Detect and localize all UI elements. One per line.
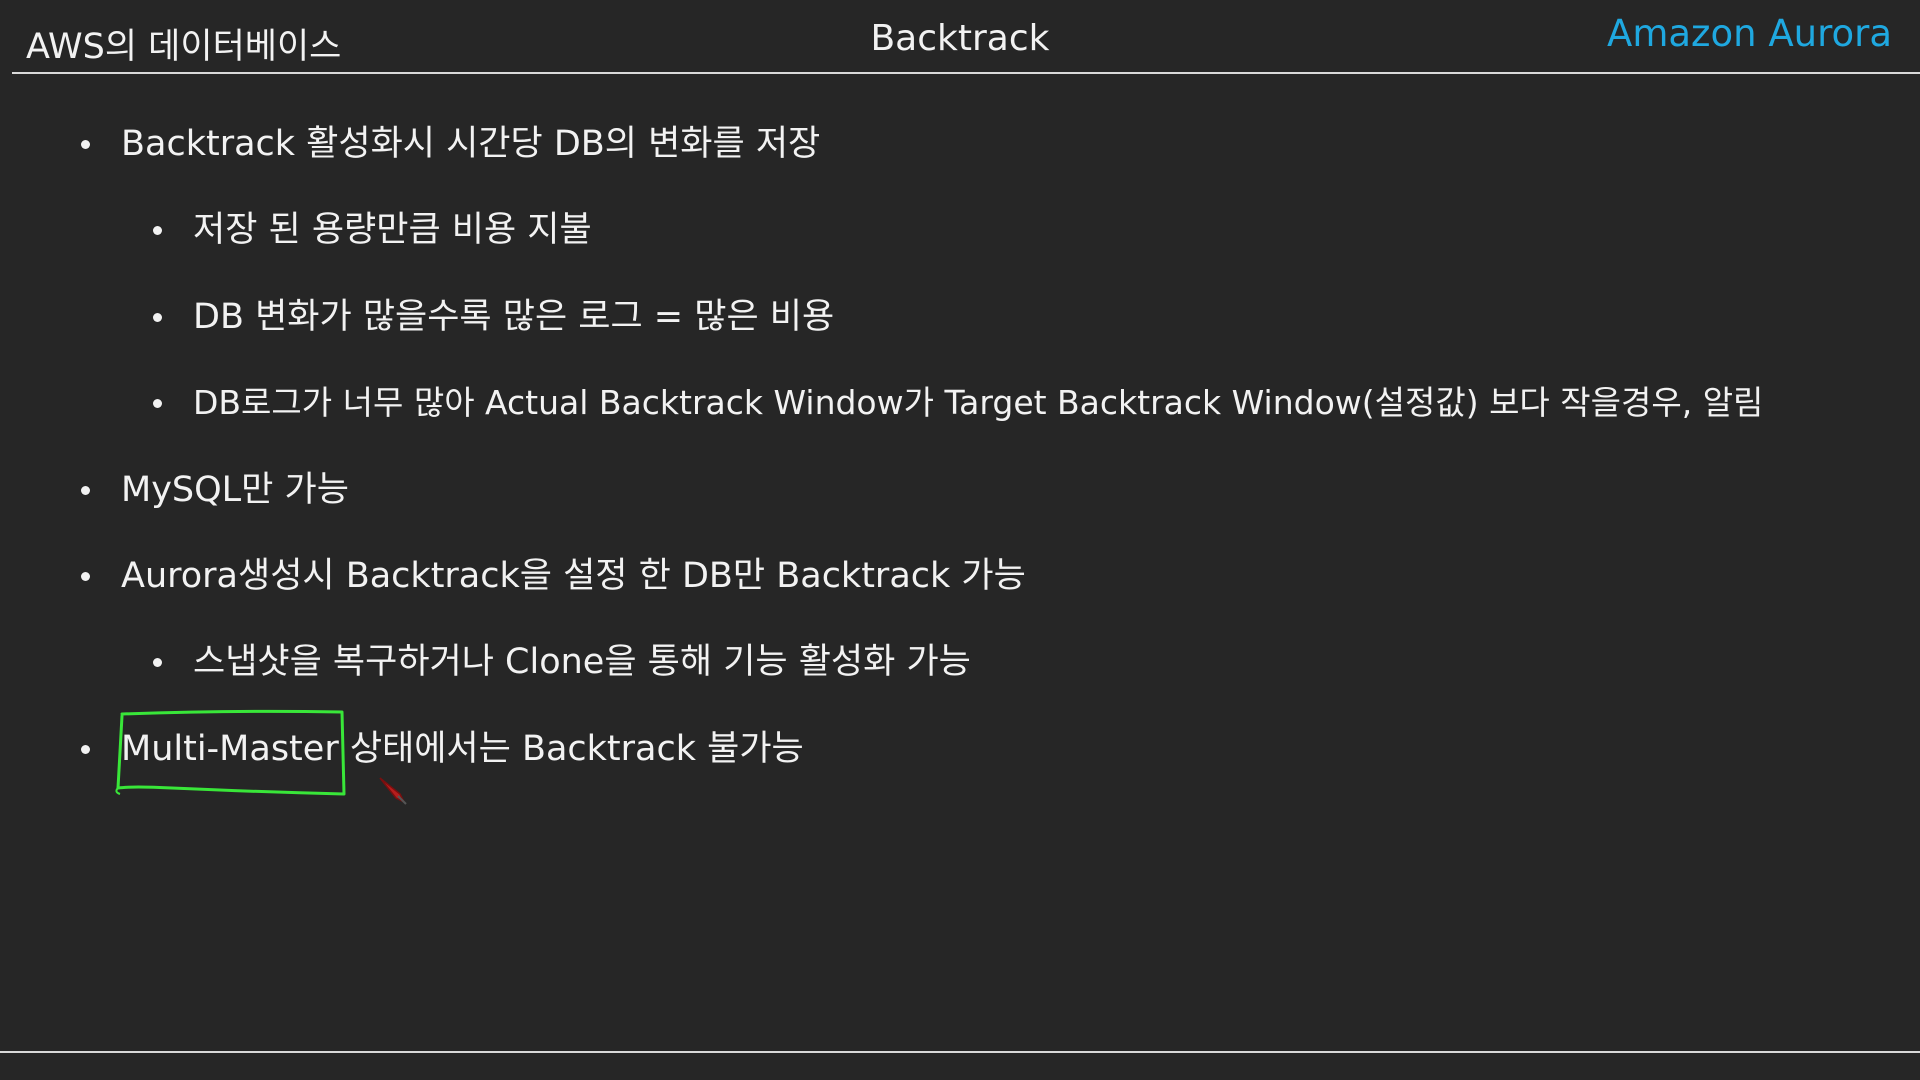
bullet-dot-icon: [153, 313, 162, 322]
bullet-dot-icon: [153, 226, 162, 235]
bullet-item: Aurora생성시 Backtrack을 설정 한 DB만 Backtrack …: [81, 554, 1026, 598]
bullet-list: Backtrack 활성화시 시간당 DB의 변화를 저장 저장 된 용량만큼 …: [0, 0, 1920, 1080]
bullet-item: Multi-Master 상태에서는 Backtrack 불가능: [81, 727, 804, 771]
bullet-text: DB로그가 너무 많아 Actual Backtrack Window가 Tar…: [193, 383, 1764, 422]
bullet-dot-icon: [153, 658, 162, 667]
pen-cursor-icon: [379, 777, 407, 805]
bullet-item: MySQL만 가능: [81, 468, 349, 512]
bullet-dot-icon: [81, 745, 90, 754]
slide: AWS의 데이터베이스 Backtrack Amazon Aurora Back…: [0, 0, 1920, 1080]
bullet-text: Aurora생성시 Backtrack을 설정 한 DB만 Backtrack …: [121, 556, 1026, 596]
bullet-text: MySQL만 가능: [121, 470, 349, 510]
bullet-text: Backtrack 활성화시 시간당 DB의 변화를 저장: [121, 124, 821, 164]
sub-bullet-item: DB로그가 너무 많아 Actual Backtrack Window가 Tar…: [153, 381, 1764, 425]
bullet-text: 저장 된 용량만큼 비용 지불: [193, 210, 592, 250]
bullet-dot-icon: [81, 140, 90, 149]
bullet-item: Backtrack 활성화시 시간당 DB의 변화를 저장: [81, 122, 821, 166]
footer-divider: [0, 1051, 1920, 1053]
bullet-text: DB 변화가 많을수록 많은 로그 = 많은 비용: [193, 297, 835, 337]
sub-bullet-item: DB 변화가 많을수록 많은 로그 = 많은 비용: [153, 295, 835, 339]
bullet-text: 스냅샷을 복구하거나 Clone을 통해 기능 활성화 가능: [193, 642, 971, 682]
bullet-text: Multi-Master 상태에서는 Backtrack 불가능: [121, 729, 804, 769]
bullet-dot-icon: [81, 486, 90, 495]
sub-bullet-item: 스냅샷을 복구하거나 Clone을 통해 기능 활성화 가능: [153, 640, 971, 684]
bullet-dot-icon: [153, 399, 162, 408]
bullet-dot-icon: [81, 572, 90, 581]
sub-bullet-item: 저장 된 용량만큼 비용 지불: [153, 208, 592, 252]
